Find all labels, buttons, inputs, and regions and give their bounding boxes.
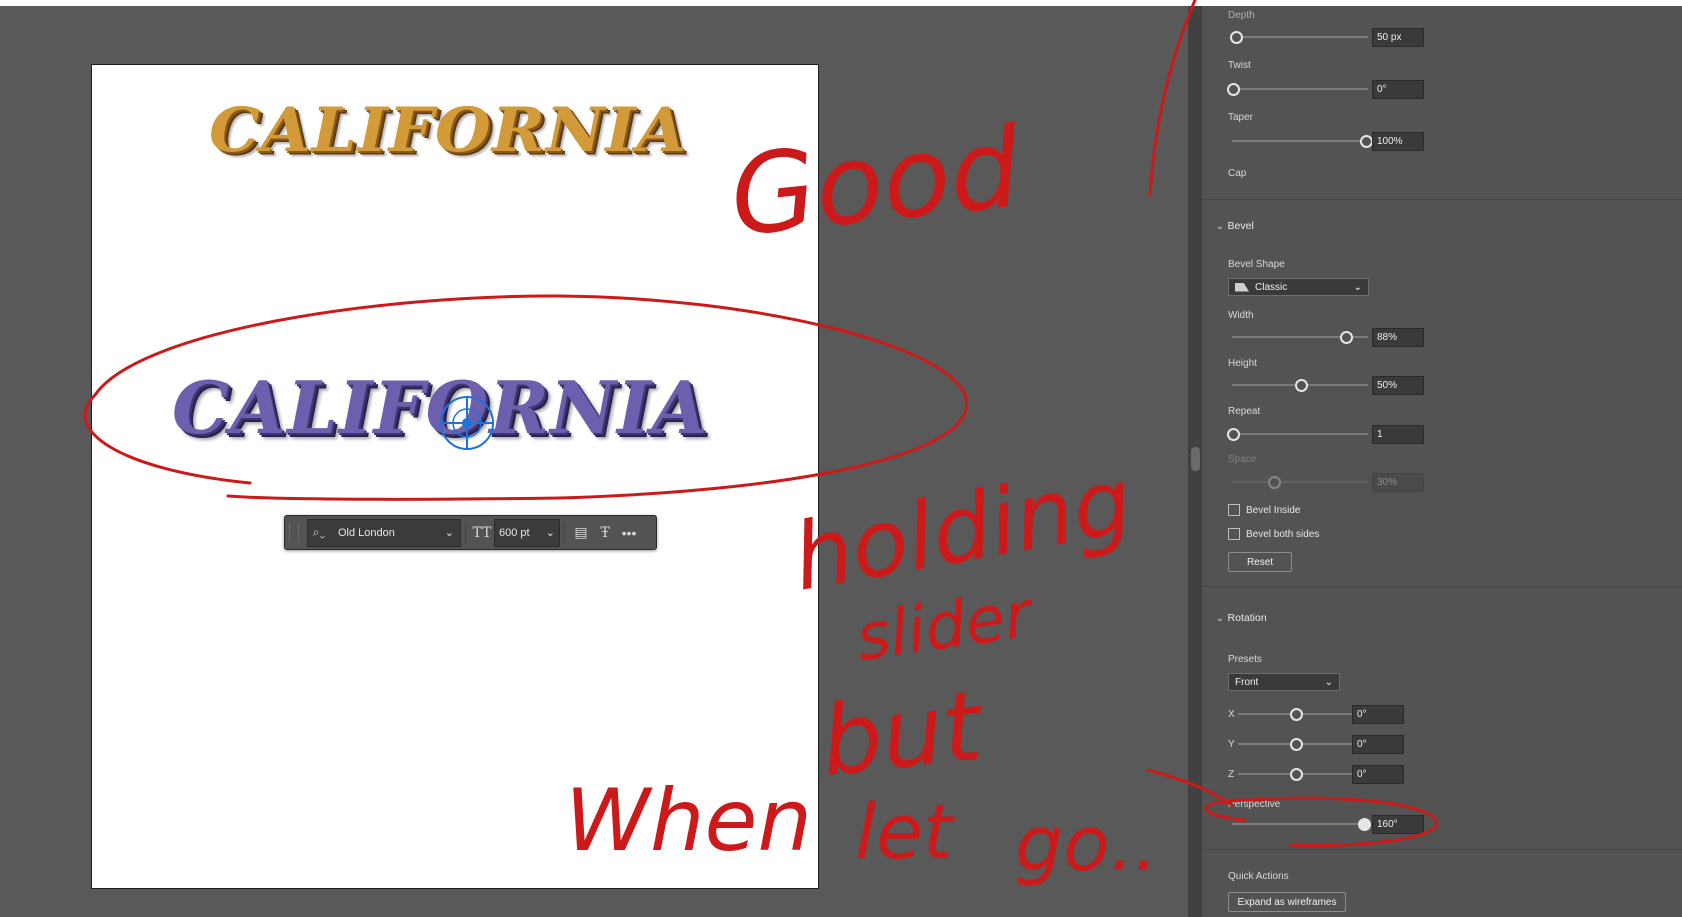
twist-field[interactable]: 0° (1372, 80, 1424, 99)
bevel-width-slider-knob[interactable] (1340, 331, 1353, 344)
depth-label: Depth (1228, 10, 1255, 21)
bevel-width-label: Width (1228, 310, 1254, 321)
type-options-icon[interactable]: Ŧ (593, 525, 617, 541)
rotation-x-field[interactable]: 0° (1352, 705, 1404, 724)
perspective-field[interactable]: 160° (1372, 815, 1424, 834)
rotation-z-field[interactable]: 0° (1352, 765, 1404, 784)
rotation-x-slider[interactable] (1238, 708, 1352, 721)
presets-value: Front (1235, 676, 1259, 688)
bevel-shape-dropdown[interactable]: Classic ⌄ (1228, 278, 1369, 296)
bevel-width-slider[interactable] (1232, 331, 1368, 344)
checkbox-box[interactable] (1228, 528, 1240, 540)
repeat-slider-knob[interactable] (1227, 428, 1240, 441)
presets-dropdown[interactable]: Front ⌄ (1228, 673, 1340, 691)
rotation-y-label: Y (1228, 739, 1235, 750)
contextual-task-bar: ⌕⌄ Old London ⌄ TT 600 pt ⌄ ▤ Ŧ ••• (284, 515, 657, 550)
twist-slider[interactable] (1227, 83, 1368, 96)
rotation-y-slider[interactable] (1238, 738, 1352, 751)
bevel-height-slider-knob[interactable] (1295, 379, 1308, 392)
bevel-shape-icon (1235, 282, 1249, 292)
repeat-field[interactable]: 1 (1372, 425, 1424, 444)
twist-slider-knob[interactable] (1227, 83, 1240, 96)
paragraph-icon[interactable]: ▤ (569, 524, 593, 541)
rotation-section-header[interactable]: ⌄ Rotation (1216, 612, 1267, 624)
chevron-down-icon[interactable]: ⌄ (445, 526, 454, 539)
chevron-down-icon: ⌄ (1324, 676, 1333, 688)
cap-label: Cap (1228, 168, 1247, 179)
rotation-title: Rotation (1227, 612, 1267, 624)
chevron-down-icon: ⌄ (1353, 281, 1362, 293)
perspective-slider-knob[interactable] (1358, 818, 1371, 831)
rotation-widget-icon[interactable] (437, 393, 497, 453)
rotation-z-slider[interactable] (1238, 768, 1352, 781)
font-size-icon: TT (472, 524, 492, 541)
font-size-field[interactable]: 600 pt ⌄ (494, 518, 560, 547)
california-gold-3d-text[interactable]: CALIFORNIA (209, 95, 687, 166)
bevel-both-sides-label: Bevel both sides (1246, 528, 1320, 540)
depth-slider[interactable] (1230, 31, 1368, 44)
space-slider (1232, 476, 1368, 489)
bevel-shape-label: Bevel Shape (1228, 259, 1285, 270)
depth-slider-knob[interactable] (1230, 31, 1243, 44)
bevel-shape-value: Classic (1255, 281, 1288, 293)
artboard[interactable]: CALIFORNIA CALIFORNIA (91, 64, 819, 889)
bevel-both-sides-checkbox[interactable]: Bevel both sides (1228, 528, 1319, 540)
taper-label: Taper (1228, 112, 1254, 123)
checkbox-box[interactable] (1228, 504, 1240, 516)
space-label: Space (1228, 454, 1257, 465)
canvas-workspace[interactable]: CALIFORNIA CALIFORNIA ⌕⌄ Old London ⌄ TT… (0, 6, 1188, 917)
scrollbar-thumb[interactable] (1191, 447, 1200, 471)
depth-field[interactable]: 50 px (1372, 28, 1424, 47)
space-field: 30% (1372, 473, 1424, 492)
bevel-height-field[interactable]: 50% (1372, 376, 1424, 395)
font-family-field[interactable]: ⌕⌄ Old London ⌄ (307, 518, 461, 547)
chevron-down-icon: ⌄ (1216, 221, 1224, 231)
search-icon: ⌕⌄ (312, 525, 326, 539)
taper-field[interactable]: 100% (1372, 132, 1424, 151)
divider (465, 521, 466, 544)
font-size-value: 600 pt (499, 526, 530, 539)
3d-properties-panel: Depth 50 px Twist 0° Taper 100% Cap ⌄ Bev… (1202, 6, 1682, 917)
rotation-z-label: Z (1228, 769, 1235, 780)
bevel-inside-label: Bevel Inside (1246, 504, 1301, 516)
bevel-width-field[interactable]: 88% (1372, 328, 1424, 347)
presets-label: Presets (1228, 654, 1262, 665)
expand-as-wireframes-button[interactable]: Expand as wireframes (1228, 892, 1346, 912)
space-slider-knob (1268, 476, 1281, 489)
quick-actions-label: Quick Actions (1228, 871, 1289, 882)
perspective-slider[interactable] (1232, 818, 1371, 831)
rotation-x-label: X (1228, 709, 1235, 720)
bevel-height-slider[interactable] (1232, 379, 1368, 392)
rotation-x-slider-knob[interactable] (1290, 708, 1303, 721)
repeat-slider[interactable] (1227, 428, 1368, 441)
bevel-inside-checkbox[interactable]: Bevel Inside (1228, 504, 1300, 516)
twist-label: Twist (1228, 60, 1251, 71)
taper-slider[interactable] (1232, 135, 1373, 148)
font-family-value: Old London (338, 526, 395, 539)
rotation-z-slider-knob[interactable] (1290, 768, 1303, 781)
divider (564, 521, 565, 544)
section-divider (1202, 199, 1682, 200)
reset-button[interactable]: Reset (1228, 552, 1292, 572)
bevel-section-header[interactable]: ⌄ Bevel (1216, 220, 1254, 232)
chevron-down-icon[interactable]: ⌄ (546, 526, 555, 539)
bevel-height-label: Height (1228, 358, 1257, 369)
rotation-y-slider-knob[interactable] (1290, 738, 1303, 751)
repeat-label: Repeat (1228, 406, 1261, 417)
rotation-y-field[interactable]: 0° (1352, 735, 1404, 754)
section-divider (1202, 586, 1682, 587)
panel-divider[interactable] (1188, 6, 1202, 917)
chevron-down-icon: ⌄ (1216, 613, 1224, 623)
drag-grip-icon[interactable] (289, 523, 299, 542)
bevel-title: Bevel (1227, 220, 1254, 232)
perspective-label: Perspective (1228, 799, 1281, 810)
more-options-icon[interactable]: ••• (617, 525, 641, 541)
section-divider (1202, 849, 1682, 850)
